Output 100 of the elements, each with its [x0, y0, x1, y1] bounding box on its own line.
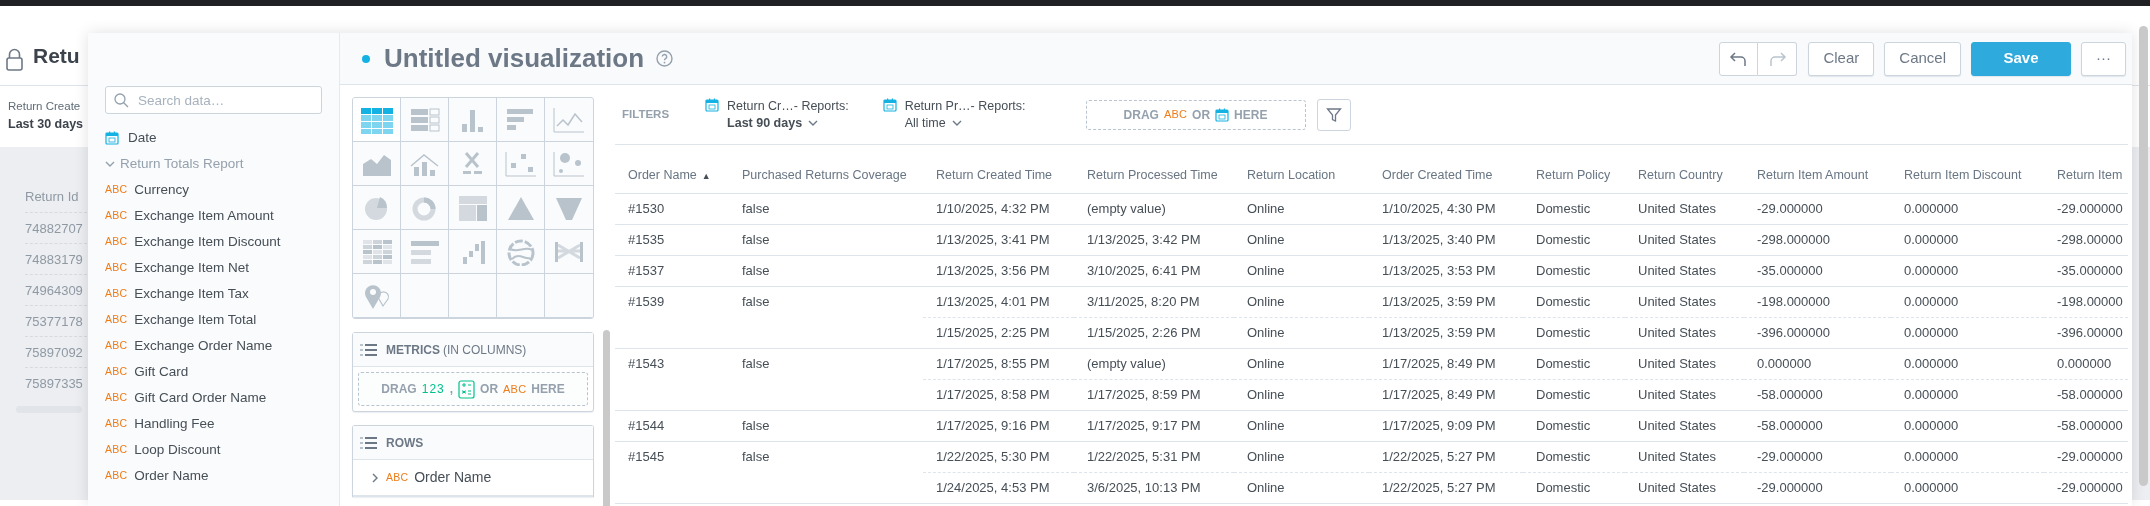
drop-hint-text: ,	[449, 381, 454, 398]
table-cell: 1/24/2025, 4:53 PM	[923, 472, 1074, 503]
column-header[interactable]: Return Created Time	[923, 158, 1074, 193]
chart-type-button[interactable]	[449, 230, 497, 274]
filter-value[interactable]: Last 30 days	[8, 115, 88, 134]
column-header[interactable]: Return Item Amount	[1744, 158, 1891, 193]
list-item[interactable]: Exchange Order Name	[134, 335, 273, 357]
list-item[interactable]: Gift Card	[134, 361, 189, 383]
column-header[interactable]: Return Processed Time	[1074, 158, 1234, 193]
table-cell: false	[729, 410, 923, 441]
table-cell: -396.000000	[1744, 317, 1891, 348]
help-icon[interactable]	[656, 50, 674, 67]
table-cell: #1535	[615, 224, 729, 255]
column-header[interactable]: Return Item	[2044, 158, 2128, 193]
table-cell: 1/17/2025, 8:49 PM	[1369, 379, 1523, 410]
table-cell: 1/10/2025, 4:30 PM	[1369, 193, 1523, 224]
chevron-down-icon[interactable]	[808, 118, 819, 128]
table-cell: 1/13/2025, 3:56 PM	[923, 255, 1074, 286]
column-header[interactable]: Order Name ▲	[615, 158, 729, 193]
column-header[interactable]: Return Policy	[1523, 158, 1625, 193]
column-header[interactable]: Return Country	[1625, 158, 1744, 193]
type-label: ABC	[105, 182, 128, 198]
table-cell: Domestic	[1523, 441, 1625, 472]
table-cell: Domestic	[1523, 286, 1625, 317]
table-cell: 0.000000	[1891, 193, 2044, 224]
chart-type-button[interactable]	[449, 186, 497, 230]
table-cell: United States	[1625, 224, 1744, 255]
table-cell: Domestic	[1523, 224, 1625, 255]
chart-type-button[interactable]	[401, 142, 449, 186]
sort-indicator: ▲	[701, 170, 711, 181]
table-cell: 3/6/2025, 10:13 PM	[1074, 472, 1234, 503]
chart-type-button[interactable]	[353, 274, 401, 318]
chart-type-button[interactable]	[353, 98, 401, 142]
table-cell: Online	[1234, 348, 1369, 379]
chart-type-button[interactable]	[353, 142, 401, 186]
list-item[interactable]: Exchange Item Total	[134, 309, 257, 331]
bucket-item[interactable]: Order Name	[414, 467, 492, 488]
table-cell: -29.000000	[2044, 441, 2128, 472]
filter-dropdown[interactable]: All time	[904, 114, 1026, 132]
chart-type-button[interactable]	[449, 142, 497, 186]
filter-button[interactable]	[1316, 98, 1351, 131]
chart-type-button[interactable]	[401, 186, 449, 230]
toolbar-button[interactable]: ···	[2081, 41, 2126, 76]
table-cell: Online	[1234, 379, 1369, 410]
section-title: ROWS	[386, 434, 424, 452]
column-header[interactable]: Order Created Time	[1369, 158, 1523, 193]
table-cell: -29.000000	[1744, 193, 1891, 224]
calendar-icon	[705, 97, 720, 112]
table-cell: United States	[1625, 348, 1744, 379]
chevron-down-icon[interactable]	[105, 159, 115, 169]
table-cell: United States	[1625, 379, 1744, 410]
list-item[interactable]: Loop Discount	[134, 439, 221, 461]
calendar-icon	[882, 97, 897, 112]
list-item[interactable]: Currency	[134, 179, 189, 201]
list-item[interactable]: Exchange Item Amount	[134, 205, 274, 227]
visualization-title[interactable]: Untitled visualization	[384, 39, 645, 78]
scrollbar[interactable]	[2139, 26, 2148, 486]
chart-type-button[interactable]	[353, 186, 401, 230]
table-cell: 75377178	[25, 305, 87, 336]
list-item[interactable]: Order Name	[134, 465, 209, 487]
table-cell: -198.000000	[1744, 286, 1891, 317]
list-item[interactable]: Exchange Item Net	[134, 257, 249, 279]
chart-type-button[interactable]	[401, 98, 449, 142]
toolbar-button[interactable]: Clear	[1808, 41, 1875, 76]
list-item[interactable]: Handling Fee	[134, 413, 215, 435]
table-cell: Domestic	[1523, 472, 1625, 503]
list-item[interactable]: Exchange Item Tax	[134, 283, 249, 305]
chart-type-button[interactable]	[497, 98, 545, 142]
chart-type-button[interactable]	[497, 186, 545, 230]
scrollbar[interactable]	[603, 330, 610, 506]
table-cell: 1/17/2025, 8:58 PM	[923, 379, 1074, 410]
table-cell: 1/17/2025, 8:59 PM	[1074, 379, 1234, 410]
filter-label: Return Cr…- Reports:	[727, 97, 849, 115]
table-cell: Online	[1234, 317, 1369, 348]
table-cell: -35.000000	[2044, 255, 2128, 286]
column-header[interactable]: Purchased Returns Coverage	[729, 158, 923, 193]
chart-type-button[interactable]	[353, 230, 401, 274]
status-dot	[362, 54, 370, 63]
chart-type-button[interactable]	[497, 142, 545, 186]
list-item[interactable]: Exchange Item Discount	[134, 231, 281, 253]
table-cell: 75897335	[25, 367, 87, 398]
drop-hint-text: OR	[1192, 106, 1211, 124]
column-header[interactable]: Return Item Discount	[1891, 158, 2044, 193]
undo-button[interactable]	[1719, 41, 1759, 76]
column-header[interactable]: Return Location	[1234, 158, 1369, 193]
list-icon	[360, 436, 377, 449]
search-field[interactable]: Search data…	[105, 86, 322, 114]
toolbar-button[interactable]: Cancel	[1884, 41, 1961, 76]
filter-dropdown[interactable]: Last 90 days	[727, 114, 849, 132]
list-item[interactable]: Gift Card Order Name	[134, 387, 267, 409]
bubble-chart-icon	[551, 149, 587, 178]
table-cell: 3/11/2025, 8:20 PM	[1074, 286, 1234, 317]
list-item[interactable]: Date	[128, 127, 157, 149]
chevron-down-icon[interactable]	[951, 118, 962, 128]
chart-type-button[interactable]	[449, 98, 497, 142]
table-cell: (empty value)	[1074, 348, 1234, 379]
chart-type-button[interactable]	[497, 230, 545, 274]
chart-type-button[interactable]	[401, 230, 449, 274]
table-cell: 74964309	[25, 274, 87, 305]
chevron-right-icon[interactable]	[370, 472, 380, 483]
